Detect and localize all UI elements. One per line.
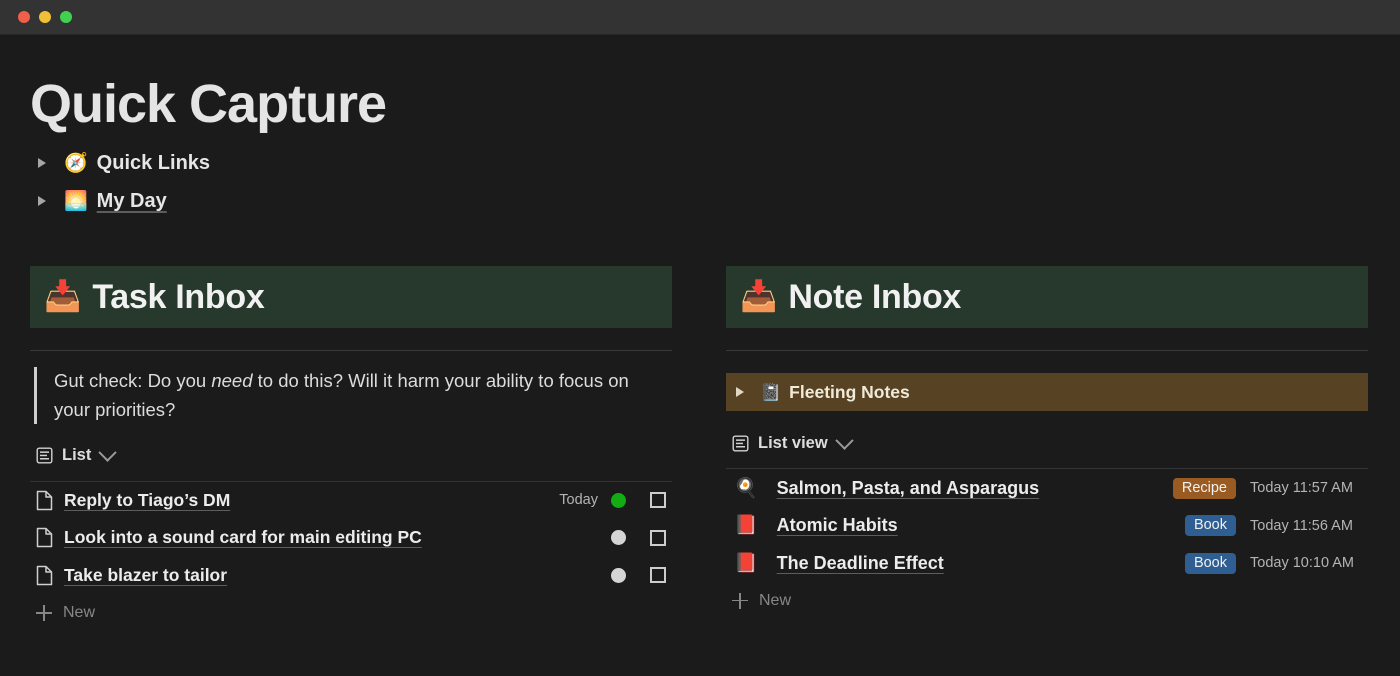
note-view-label: List view — [758, 433, 828, 452]
sunrise-icon: 🌅 — [64, 190, 88, 212]
collapsible-label: My Day — [96, 189, 167, 212]
note-name: Atomic Habits — [776, 515, 898, 536]
collapsible-fleeting-notes[interactable]: 📓 Fleeting Notes — [726, 373, 1368, 412]
collapsible-my-day[interactable]: 🌅 My Day — [30, 182, 1370, 220]
chevron-right-icon[interactable] — [38, 196, 46, 207]
task-inbox-callout: Gut check: Do you need to do this? Will … — [30, 367, 672, 424]
note-timestamp: Today 11:56 AM — [1250, 517, 1353, 534]
closed-book-icon: 📕 — [734, 552, 758, 574]
callout-bar — [34, 367, 37, 424]
table-row[interactable]: Reply to Tiago’s DM Today — [30, 482, 672, 520]
task-checkbox[interactable] — [650, 567, 666, 584]
chevron-right-icon[interactable] — [38, 158, 46, 169]
note-timestamp: Today 10:10 AM — [1250, 555, 1354, 572]
collapsible-quick-links[interactable]: 🧭 Quick Links — [30, 144, 1370, 182]
status-dot[interactable] — [611, 530, 626, 546]
note-timestamp: Today 11:57 AM — [1250, 480, 1353, 497]
task-checkbox[interactable] — [650, 529, 666, 546]
callout-text: Gut check: Do you need to do this? Will … — [54, 367, 650, 423]
list-view-icon — [36, 447, 53, 464]
list-item[interactable]: 📕 Atomic Habits Book Today 11:56 AM — [726, 507, 1368, 545]
plus-icon — [732, 592, 748, 609]
page-icon — [36, 565, 53, 586]
page-body: Quick Capture 🧭 Quick Links 🌅 My Day 📥 T… — [0, 74, 1400, 632]
collapsible-label: Quick Links — [96, 151, 211, 174]
page-icon — [36, 490, 53, 511]
inbox-tray-icon: 📥 — [740, 280, 778, 314]
task-inbox-column: 📥 Task Inbox Gut check: Do you need to d… — [30, 266, 672, 632]
divider — [726, 350, 1368, 352]
note-row-main[interactable]: 🍳 Salmon, Pasta, and Asparagus — [734, 478, 1173, 499]
task-due: Today — [559, 492, 598, 509]
task-row-main[interactable]: Look into a sound card for main editing … — [36, 527, 598, 548]
list-item[interactable]: 📕 The Deadline Effect Book Today 10:10 A… — [726, 544, 1368, 582]
maximize-button[interactable] — [60, 11, 72, 23]
callout-emphasis: need — [211, 370, 253, 392]
task-view-label: List — [62, 446, 92, 465]
callout-prefix: Gut check: Do you — [54, 370, 212, 392]
note-inbox-title: Note Inbox — [788, 277, 962, 316]
note-view-selector[interactable]: List view — [726, 429, 1368, 457]
cooking-icon: 🍳 — [734, 477, 758, 499]
task-row-main[interactable]: Reply to Tiago’s DM — [36, 490, 559, 511]
note-row-main[interactable]: 📕 Atomic Habits — [734, 515, 1185, 536]
table-row[interactable]: Take blazer to tailor — [30, 557, 672, 595]
status-dot[interactable] — [611, 492, 626, 508]
add-note-label: New — [759, 591, 792, 609]
list-view-icon — [732, 435, 749, 452]
task-name: Look into a sound card for main editing … — [64, 527, 422, 548]
note-inbox-header: 📥 Note Inbox — [726, 266, 1368, 329]
page-icon — [36, 528, 53, 548]
close-button[interactable] — [18, 11, 30, 23]
note-inbox-column: 📥 Note Inbox 📓 Fleeting Notes List view — [726, 266, 1368, 632]
task-name: Take blazer to tailor — [64, 564, 228, 585]
chevron-right-icon[interactable] — [736, 387, 744, 398]
inbox-tray-icon: 📥 — [44, 280, 82, 314]
status-dot[interactable] — [611, 567, 626, 583]
note-name: Salmon, Pasta, and Asparagus — [776, 477, 1040, 498]
plus-icon — [36, 605, 52, 622]
compass-icon: 🧭 — [64, 152, 88, 174]
task-inbox-header: 📥 Task Inbox — [30, 266, 672, 329]
task-checkbox[interactable] — [650, 492, 666, 509]
chevron-down-icon[interactable] — [98, 443, 118, 462]
inbox-columns: 📥 Task Inbox Gut check: Do you need to d… — [30, 266, 1370, 632]
add-note-button[interactable]: New — [726, 582, 1368, 620]
note-tag[interactable]: Book — [1184, 515, 1236, 537]
pages-icon: 📓 — [760, 382, 782, 402]
page-title: Quick Capture — [30, 74, 387, 134]
task-row-main[interactable]: Take blazer to tailor — [36, 565, 598, 586]
note-name: The Deadline Effect — [776, 552, 944, 573]
add-task-label: New — [63, 604, 96, 622]
chevron-down-icon[interactable] — [835, 431, 854, 450]
fleeting-notes-label: Fleeting Notes — [789, 381, 910, 402]
task-name: Reply to Tiago’s DM — [64, 489, 231, 510]
note-row-main[interactable]: 📕 The Deadline Effect — [734, 553, 1185, 574]
add-task-button[interactable]: New — [30, 594, 672, 632]
note-tag[interactable]: Recipe — [1172, 477, 1236, 499]
note-tag[interactable]: Book — [1184, 552, 1236, 574]
minimize-button[interactable] — [39, 11, 51, 23]
task-view-selector[interactable]: List — [30, 442, 672, 470]
table-row[interactable]: Look into a sound card for main editing … — [30, 519, 672, 557]
list-item[interactable]: 🍳 Salmon, Pasta, and Asparagus Recipe To… — [726, 469, 1368, 507]
divider — [30, 350, 672, 352]
closed-book-icon: 📕 — [734, 515, 758, 537]
window-title-bar — [0, 0, 1400, 35]
task-inbox-title: Task Inbox — [92, 277, 265, 316]
